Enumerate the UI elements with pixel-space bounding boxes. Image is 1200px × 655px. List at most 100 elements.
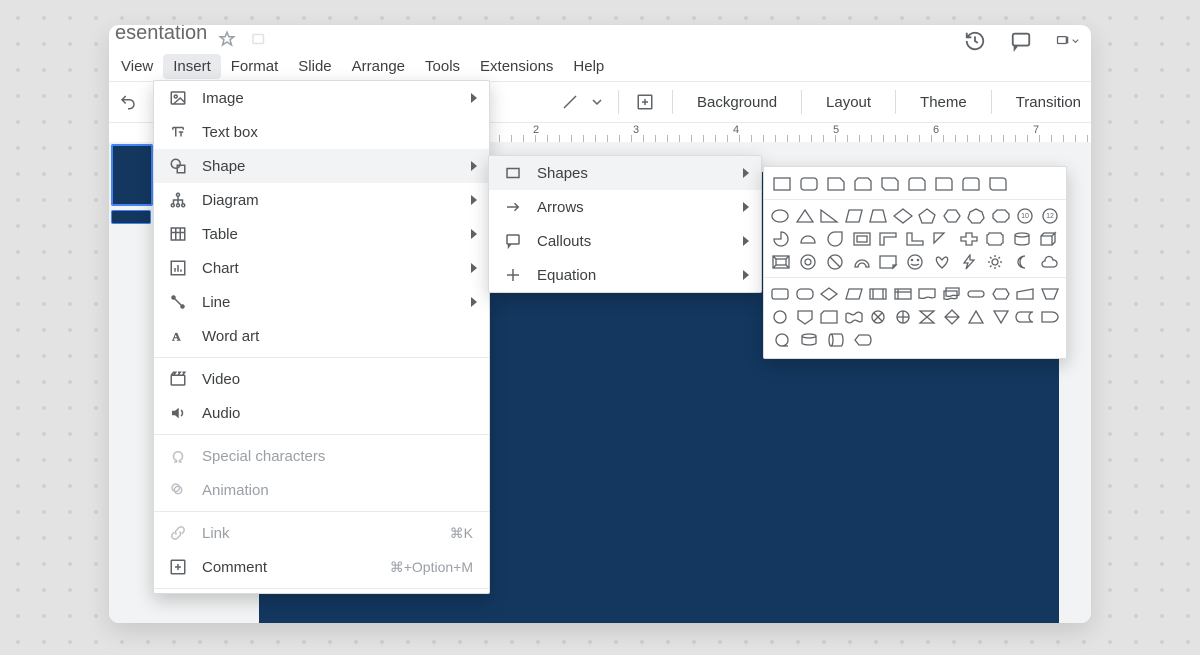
insert-link[interactable]: Link ⌘K [154, 516, 489, 550]
menu-help[interactable]: Help [563, 54, 614, 79]
flow-manual-input[interactable] [1015, 283, 1036, 304]
flow-preparation[interactable] [991, 283, 1012, 304]
insert-animation[interactable]: Animation [154, 473, 489, 507]
insert-shape[interactable]: Shape [154, 149, 489, 183]
flow-stored-data[interactable] [1015, 306, 1036, 327]
shape-frame[interactable] [850, 228, 873, 249]
flow-offpage[interactable] [795, 306, 816, 327]
background-button[interactable]: Background [687, 88, 787, 117]
insert-chart[interactable]: Chart [154, 251, 489, 285]
flow-decision[interactable] [819, 283, 840, 304]
flow-multidoc[interactable] [942, 283, 963, 304]
shape-diamond[interactable] [893, 205, 914, 226]
menu-arrange[interactable]: Arrange [342, 54, 415, 79]
shape-snip-single[interactable] [824, 173, 847, 194]
insert-wordart[interactable]: A Word art [154, 319, 489, 353]
menu-view[interactable]: View [111, 54, 163, 79]
shape-donut[interactable] [797, 251, 820, 272]
shape-bevel[interactable] [770, 251, 793, 272]
shape-sun[interactable] [984, 251, 1007, 272]
shape-oval[interactable] [770, 205, 791, 226]
shape-plaque[interactable] [984, 228, 1007, 249]
flow-display[interactable] [851, 329, 874, 350]
shape-heart[interactable] [930, 251, 953, 272]
move-icon[interactable] [247, 27, 271, 51]
shape-round-same[interactable] [959, 173, 982, 194]
menu-extensions[interactable]: Extensions [470, 54, 563, 79]
shape-block-arc[interactable] [850, 251, 873, 272]
flow-merge[interactable] [991, 306, 1012, 327]
flow-seq-access[interactable] [770, 329, 793, 350]
shape-pentagon[interactable] [917, 205, 938, 226]
shape-decagon[interactable]: 10 [1015, 205, 1036, 226]
flow-alt-process[interactable] [795, 283, 816, 304]
shape-diag-stripe[interactable] [930, 228, 953, 249]
transition-button[interactable]: Transition [1006, 88, 1091, 117]
line-dropdown-icon[interactable] [590, 89, 604, 115]
flow-magnetic-disk[interactable] [797, 329, 820, 350]
shape-smiley[interactable] [904, 251, 927, 272]
shape-triangle[interactable] [795, 205, 816, 226]
shape-cube[interactable] [1037, 228, 1060, 249]
menu-insert[interactable]: Insert [163, 54, 221, 79]
thumbnail-1[interactable] [111, 144, 153, 206]
flow-card[interactable] [819, 306, 840, 327]
shape-l-shape[interactable] [904, 228, 927, 249]
shape-folded-corner[interactable] [877, 251, 900, 272]
present-icon[interactable] [1055, 29, 1079, 53]
shape-parallelogram[interactable] [844, 205, 865, 226]
menu-format[interactable]: Format [221, 54, 289, 79]
flow-connector[interactable] [770, 306, 791, 327]
shape-can[interactable] [1011, 228, 1034, 249]
shape-arrows[interactable]: Arrows [489, 190, 761, 224]
insert-table[interactable]: Table [154, 217, 489, 251]
shape-snip-diag[interactable] [878, 173, 901, 194]
insert-textbox[interactable]: Text box [154, 115, 489, 149]
shape-rounded-rect[interactable] [797, 173, 820, 194]
menu-slide[interactable]: Slide [288, 54, 341, 79]
shape-dodecagon[interactable]: 12 [1040, 205, 1061, 226]
line-tool-icon[interactable] [557, 89, 582, 115]
shape-round-single[interactable] [932, 173, 955, 194]
shape-lightning[interactable] [957, 251, 980, 272]
shape-snip-same[interactable] [851, 173, 874, 194]
history-icon[interactable] [963, 29, 987, 53]
shape-rectangle[interactable] [770, 173, 793, 194]
shape-snip-round[interactable] [905, 173, 928, 194]
shape-hexagon[interactable] [942, 205, 963, 226]
insert-video[interactable]: Video [154, 362, 489, 396]
insert-comment[interactable]: Comment ⌘+Option+M [154, 550, 489, 584]
shape-no-symbol[interactable] [823, 251, 846, 272]
flow-manual-op[interactable] [1040, 283, 1061, 304]
shape-callouts[interactable]: Callouts [489, 224, 761, 258]
add-comment-icon[interactable] [633, 89, 658, 115]
theme-button[interactable]: Theme [910, 88, 977, 117]
flow-sort[interactable] [942, 306, 963, 327]
flow-terminator[interactable] [966, 283, 987, 304]
shape-equation[interactable]: Equation [489, 258, 761, 292]
shape-cross[interactable] [957, 228, 980, 249]
undo-icon[interactable] [115, 89, 140, 115]
flow-extract[interactable] [966, 306, 987, 327]
flow-or[interactable] [893, 306, 914, 327]
flow-direct-access[interactable] [824, 329, 847, 350]
comments-icon[interactable] [1009, 29, 1033, 53]
flow-delay[interactable] [1040, 306, 1061, 327]
insert-line[interactable]: Line [154, 285, 489, 319]
shape-round-diag[interactable] [986, 173, 1009, 194]
star-icon[interactable] [215, 27, 239, 51]
flow-internal-storage[interactable] [893, 283, 914, 304]
insert-image[interactable]: Image [154, 81, 489, 115]
flow-data[interactable] [844, 283, 865, 304]
shape-pie[interactable] [770, 228, 793, 249]
flow-collate[interactable] [917, 306, 938, 327]
insert-diagram[interactable]: Diagram [154, 183, 489, 217]
thumbnail-2[interactable] [111, 210, 151, 224]
shape-teardrop[interactable] [823, 228, 846, 249]
shape-cloud[interactable] [1037, 251, 1060, 272]
shape-heptagon[interactable] [966, 205, 987, 226]
shape-trapezoid[interactable] [868, 205, 889, 226]
flow-document[interactable] [917, 283, 938, 304]
shape-half-frame[interactable] [877, 228, 900, 249]
shape-moon[interactable] [1011, 251, 1034, 272]
